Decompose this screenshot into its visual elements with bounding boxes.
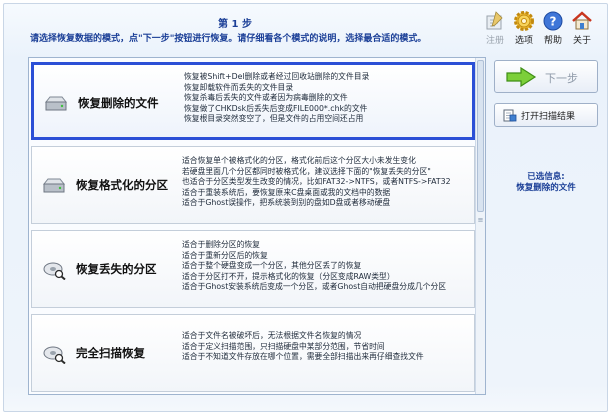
mode-recover-lost-partition[interactable]: 恢复丢失的分区 适合于删除分区的恢复 适合于重新分区后的恢复 适合于整个硬盘变成…: [31, 230, 475, 308]
about-button[interactable]: 关于: [569, 10, 595, 46]
drive-icon: [44, 96, 68, 111]
mode-description-line: 适合于定义扫描范围，只扫描硬盘中某部分范围，节省时间: [182, 341, 385, 351]
next-step-button[interactable]: 下一步: [494, 60, 598, 93]
mode-title: 恢复丢失的分区: [76, 262, 157, 276]
step-title: 第 1 步: [218, 19, 252, 30]
mode-description: 适合于删除分区的恢复 适合于重新分区后的恢复 适合于整个硬盘变成一个分区，其他分…: [182, 240, 446, 293]
arrow-right-icon: [506, 67, 537, 87]
register-button[interactable]: 注册: [482, 10, 508, 46]
mode-description-line: 适合于删除分区的恢复: [182, 240, 260, 249]
mode-description-line: 适合于重新分区后的恢复: [182, 250, 268, 260]
register-label: 注册: [485, 36, 504, 46]
register-icon: [486, 11, 503, 30]
mode-description-line: 恢复做了CHKDsk后丢失后变成FILE000*.chk的文件: [184, 103, 368, 113]
selected-info-caption: 已选信息:: [527, 172, 565, 182]
mode-description: 适合恢复单个被格式化的分区，格式化前后这个分区大小未发生变化 若硬盘里面几个分区…: [182, 156, 451, 209]
options-label: 选项: [514, 36, 533, 46]
mode-recover-deleted-files[interactable]: 恢复删除的文件 恢复被Shift+Del删除或者经过回收站删除的文件目录 恢复卸…: [31, 62, 475, 140]
mode-description-line: 适合于整个硬盘变成一个分区，其他分区丢了的恢复: [182, 261, 362, 271]
open-scan-results-label: 打开扫描结果: [521, 112, 576, 122]
recovery-mode-list: 恢复删除的文件 恢复被Shift+Del删除或者经过回收站删除的文件目录 恢复卸…: [28, 57, 486, 395]
mode-description-line: 恢复卸载软件而丢失的文件目录: [184, 82, 294, 92]
drive-icon: [42, 178, 66, 193]
mode-description-line: 也适合于分区类型发生改变的情况，比如FAT32->NTFS，或者NTFS->FA…: [182, 177, 451, 187]
next-step-label: 下一步: [545, 72, 578, 85]
mode-description: 适合于文件名被破坏后，无法根据文件名恢复的情况 适合于定义扫描范围，只扫描硬盘中…: [182, 331, 424, 363]
about-label: 关于: [572, 36, 591, 46]
mode-full-scan-recovery[interactable]: 完全扫描恢复 适合于文件名被破坏后，无法根据文件名恢复的情况 适合于定义扫描范围…: [31, 314, 475, 392]
scrollbar-thumb[interactable]: [477, 60, 484, 212]
selected-info: 已选信息: 恢复删除的文件: [494, 172, 598, 194]
mode-description-line: 恢复杀毒后丢失的文件或者因为病毒删除的文件: [184, 93, 348, 103]
help-button[interactable]: ? 帮助: [540, 10, 566, 46]
home-icon: [572, 11, 592, 30]
open-scan-results-button[interactable]: 打开扫描结果: [494, 103, 598, 127]
selected-info-value: 恢复删除的文件: [516, 183, 576, 193]
list-scrollbar[interactable]: ≡: [475, 58, 485, 394]
drive-search-icon: [43, 262, 66, 280]
mode-description-line: 适合于Ghost安装系统后变成一个分区，或者Ghost自动把硬盘分成几个分区: [182, 282, 447, 292]
mode-description-line: 适合于重装系统后，要恢复原来C盘桌面或我的文档中的数据: [182, 187, 391, 197]
mode-recover-formatted-partition[interactable]: 恢复格式化的分区 适合恢复单个被格式化的分区，格式化前后这个分区大小未发生变化 …: [31, 146, 475, 224]
mode-description-line: 恢复根目录突然变空了，但是文件的占用空间还占用: [184, 114, 364, 124]
drive-search-icon: [43, 346, 66, 364]
mode-title: 完全扫描恢复: [76, 346, 145, 360]
mode-description-line: 若硬盘里面几个分区都同时被格式化，建议选择下面的"恢复丢失的分区": [182, 166, 431, 176]
mode-description-line: 适合于Ghost误操作，把系统装到别的盘如D盘或者移动硬盘: [182, 198, 391, 208]
mode-description-line: 适合于分区打不开，提示格式化的恢复（分区变成RAW类型）: [182, 271, 395, 281]
help-label: 帮助: [543, 36, 562, 46]
open-file-icon: [503, 109, 517, 122]
toolbar: 注册 选项 ? 帮助 关于: [482, 10, 612, 50]
gear-icon: [514, 11, 534, 31]
mode-description-line: 适合恢复单个被格式化的分区，格式化前后这个分区大小未发生变化: [182, 156, 416, 165]
scrollbar-grip-icon: ≡: [477, 216, 484, 224]
mode-title: 恢复删除的文件: [78, 96, 159, 110]
step-description: 请选择恢复数据的模式，点"下一步"按钮进行恢复。请仔细看各个模式的说明，选择最合…: [30, 34, 427, 44]
mode-description-line: 适合于文件名被破坏后，无法根据文件名恢复的情况: [182, 331, 362, 340]
mode-description: 恢复被Shift+Del删除或者经过回收站删除的文件目录 恢复卸载软件而丢失的文…: [184, 72, 369, 125]
mode-description-line: 恢复被Shift+Del删除或者经过回收站删除的文件目录: [184, 72, 370, 81]
options-button[interactable]: 选项: [511, 10, 537, 46]
help-icon: ?: [543, 11, 563, 31]
mode-description-line: 适合于不知道文件存放在哪个位置，需要全部扫描出来再仔细查找文件: [182, 352, 424, 362]
svg-text:?: ?: [550, 15, 557, 29]
mode-title: 恢复格式化的分区: [76, 178, 168, 192]
